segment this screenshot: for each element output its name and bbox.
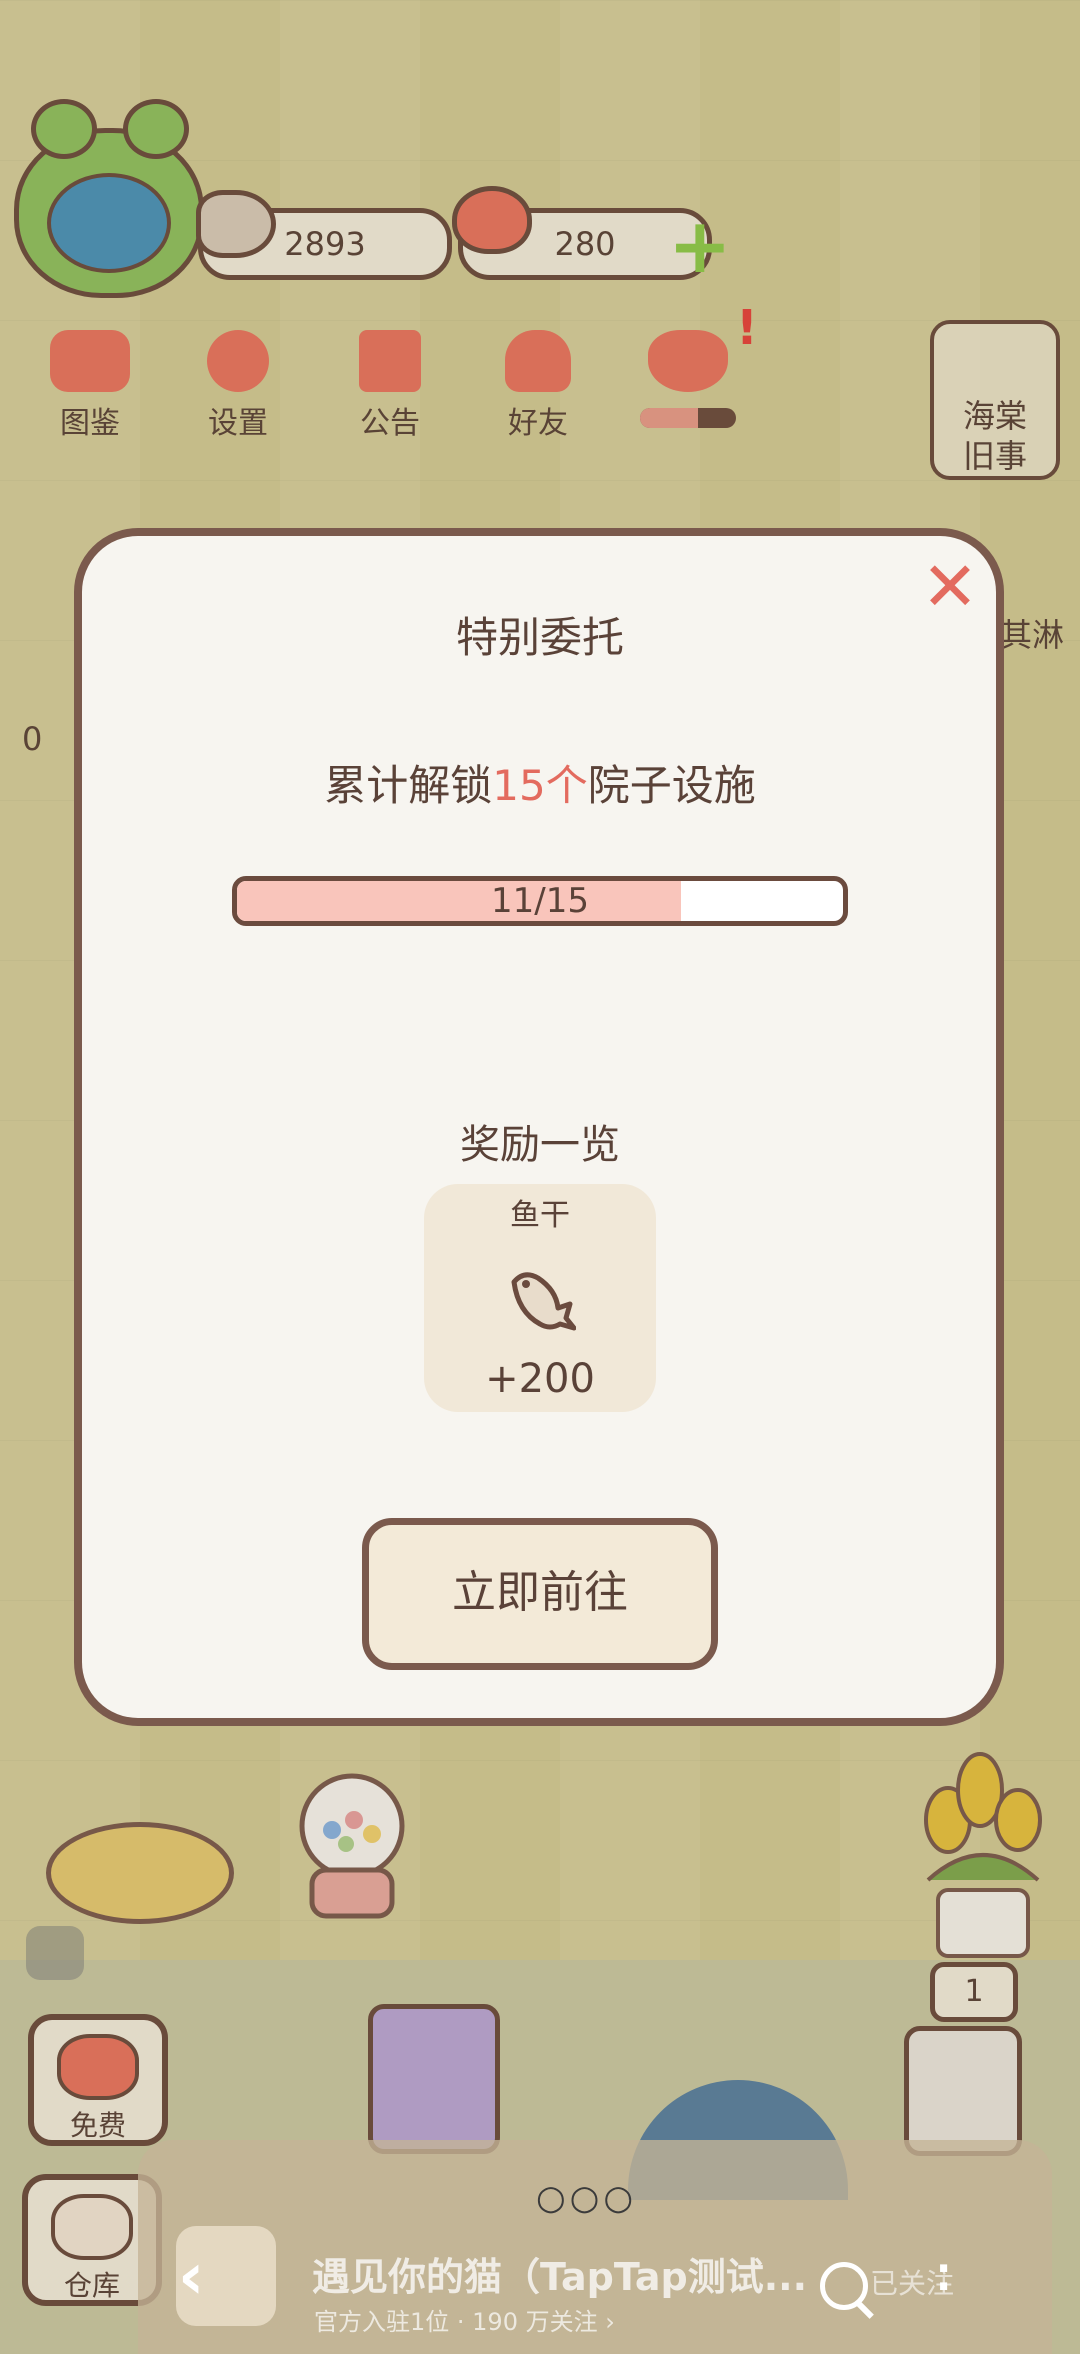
reward-amount: +200: [485, 1356, 595, 1402]
dried-fish-icon: [511, 1272, 576, 1331]
app-subtitle: 官方入驻1位 · 190 万关注 ›: [314, 2308, 615, 2336]
reward-name: 鱼干: [510, 1198, 570, 1233]
goal-prefix: 累计解锁: [324, 761, 493, 810]
goal-highlight: 15个: [492, 761, 588, 810]
go-now-button[interactable]: 立即前往: [362, 1518, 718, 1670]
goal-suffix: 院子设施: [587, 761, 756, 810]
back-icon[interactable]: ‹: [178, 2240, 204, 2314]
modal-title: 特别委托: [455, 613, 624, 662]
more-options-icon[interactable]: · ·: [936, 2249, 951, 2307]
overlay-handle-dots[interactable]: ○○○: [536, 2178, 637, 2218]
reward-card: 鱼干 +200: [424, 1184, 656, 1412]
app-title: 遇见你的猫（TapTap测试...: [312, 2255, 808, 2299]
quest-progress-bar: 11/15: [232, 876, 848, 926]
progress-text: 11/15: [491, 881, 589, 921]
rewards-title: 奖励一览: [460, 1122, 620, 1168]
search-icon[interactable]: [820, 2262, 868, 2310]
quest-goal-text: 累计解锁15个院子设施: [0, 752, 1080, 813]
